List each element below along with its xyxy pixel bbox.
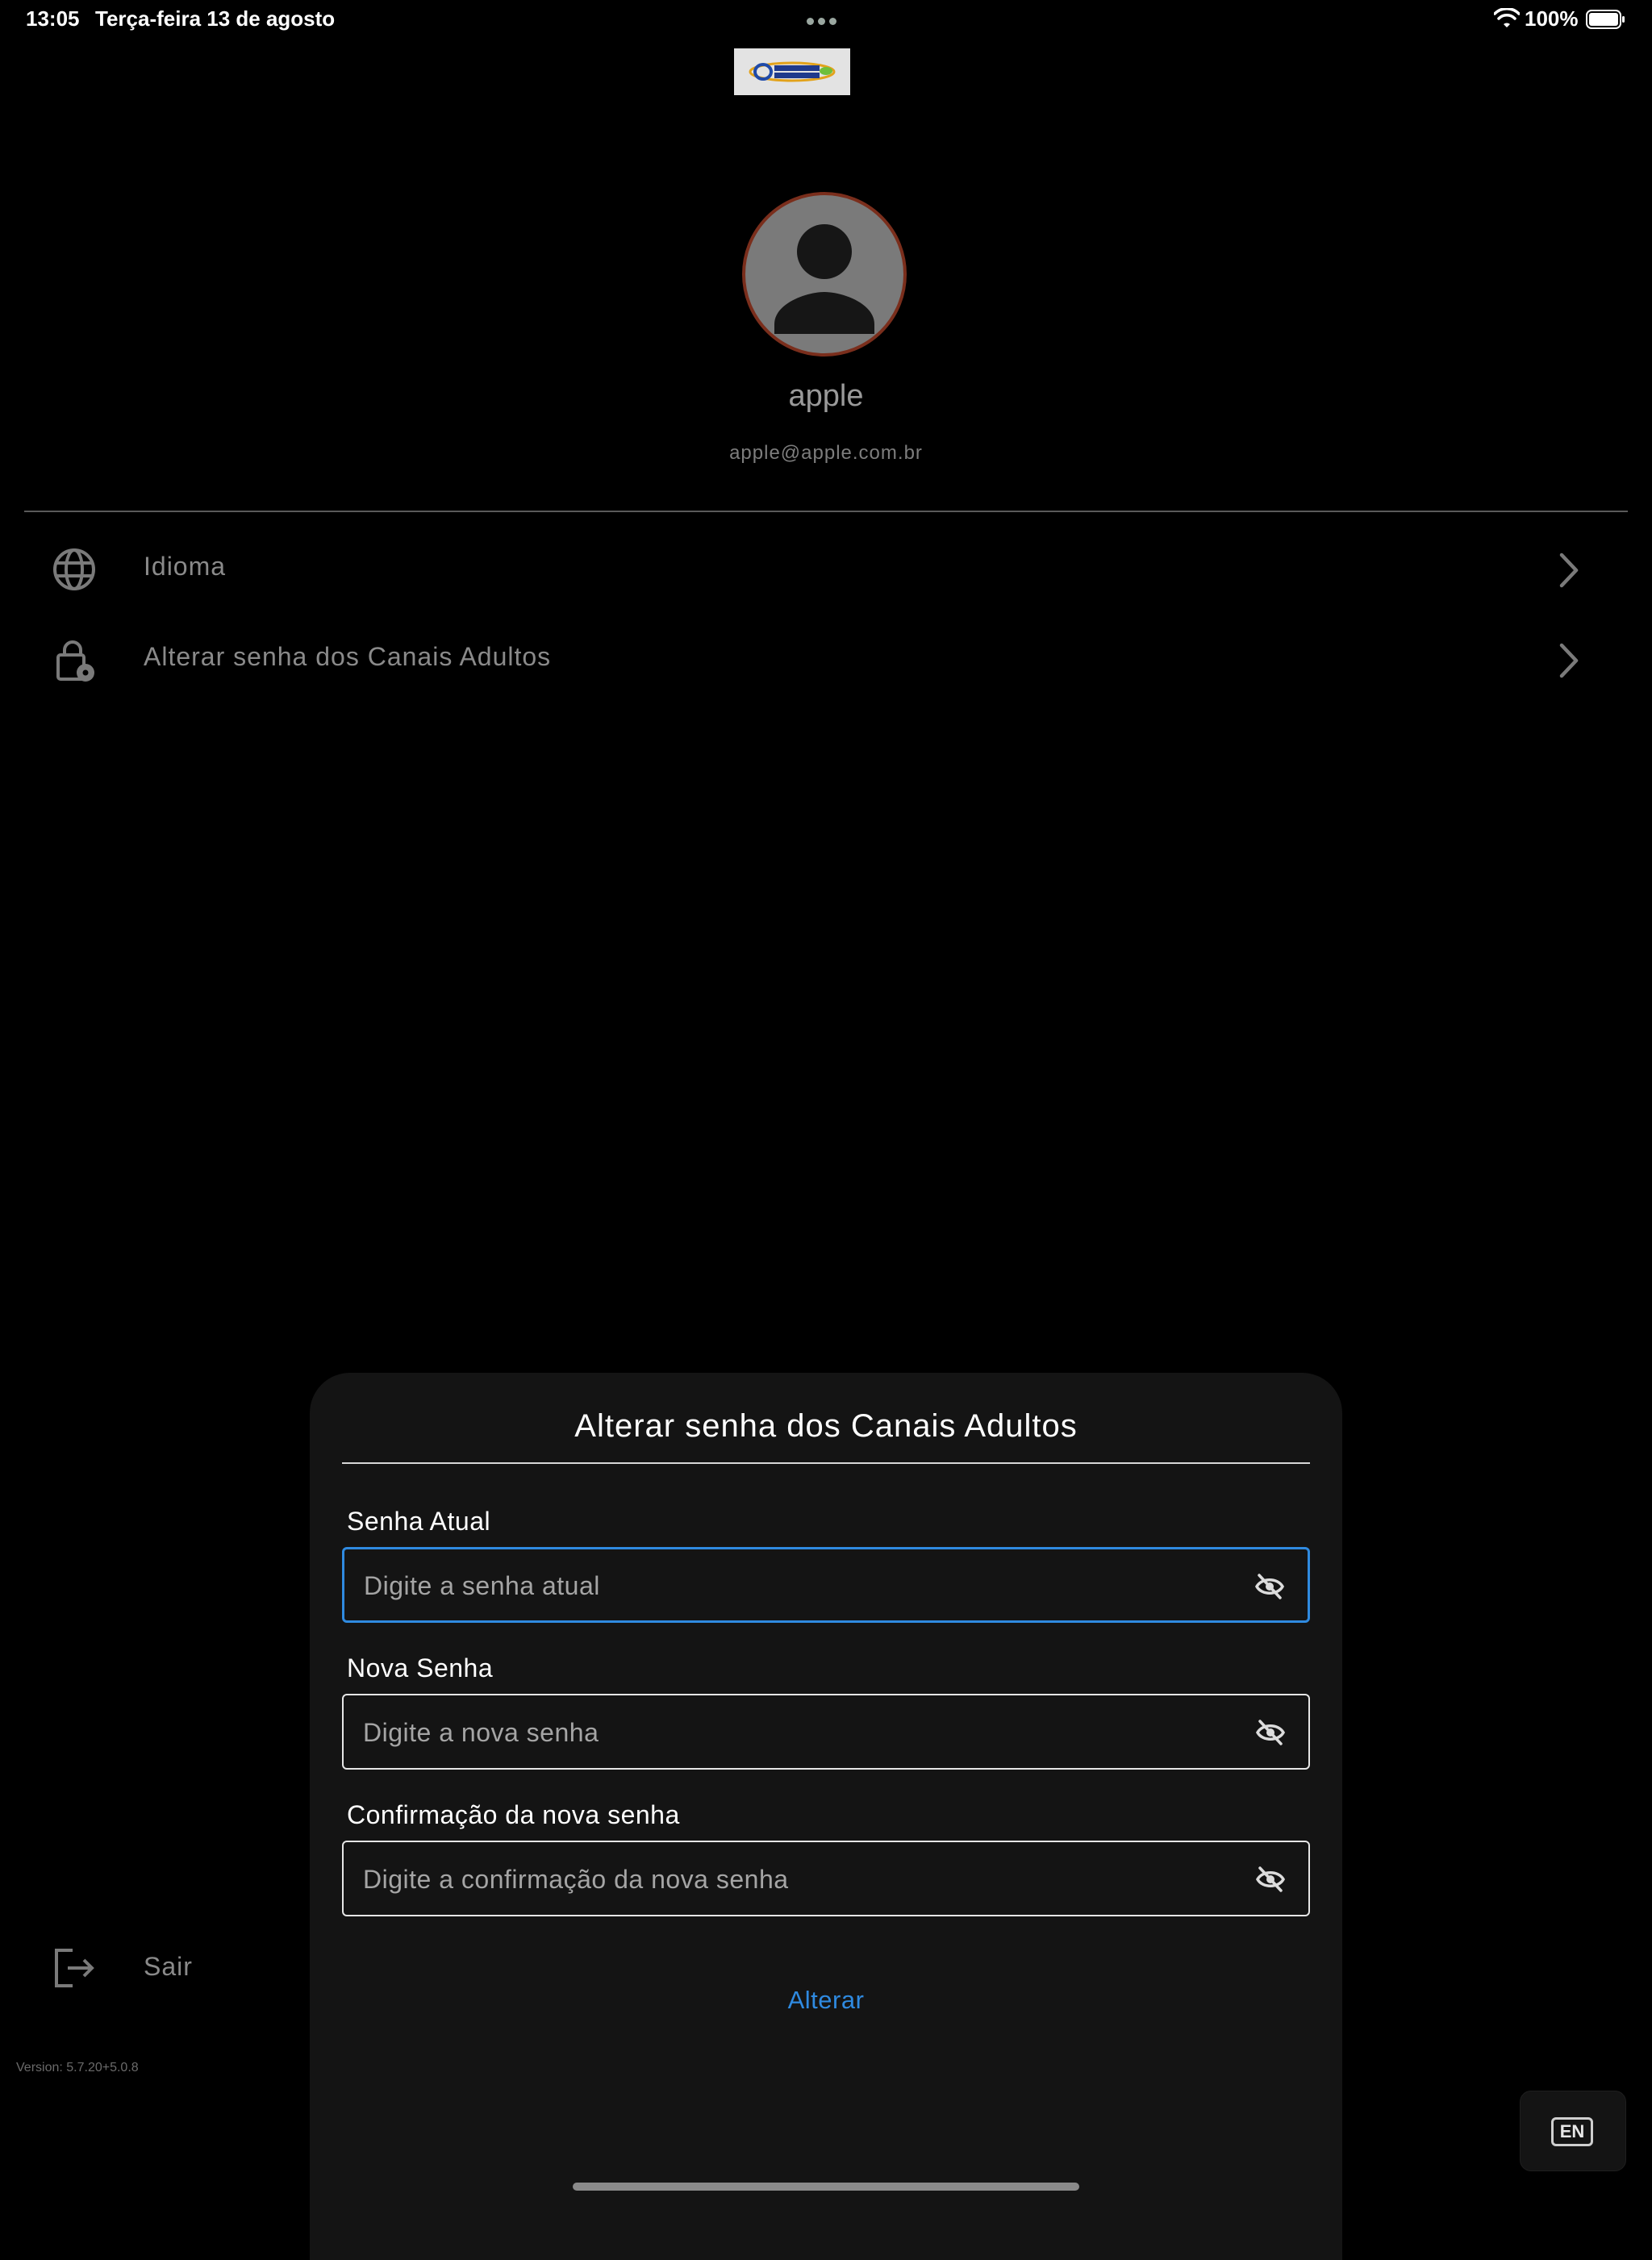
eye-off-icon[interactable]: [1254, 1572, 1285, 1601]
confirm-password-field[interactable]: [342, 1841, 1310, 1916]
change-password-submit-button[interactable]: Alterar: [745, 1976, 907, 2024]
user-email: apple@apple.com.br: [729, 442, 923, 464]
language-toggle-button[interactable]: EN: [1520, 2091, 1626, 2171]
new-password-label: Nova Senha: [347, 1653, 494, 1682]
current-password-input[interactable]: [362, 1549, 1220, 1622]
menu-item-label: Idioma: [144, 552, 227, 581]
menu-item-change-adult-password[interactable]: Alterar senha dos Canais Adultos: [0, 619, 1652, 700]
confirm-password-input[interactable]: [361, 1842, 1220, 1916]
avatar: [742, 192, 907, 357]
battery-icon: [1586, 10, 1625, 29]
sheet-title: Alterar senha dos Canais Adultos: [574, 1408, 1078, 1444]
profile-divider: [24, 511, 1628, 512]
battery-percentage: 100%: [1525, 6, 1579, 31]
logout-button[interactable]: Sair: [144, 1952, 193, 1982]
change-password-sheet: Alterar senha dos Canais Adultos Senha A…: [310, 1373, 1342, 2260]
new-password-field[interactable]: [342, 1694, 1310, 1770]
user-placeholder-icon: [774, 224, 874, 334]
menu-item-label: Alterar senha dos Canais Adultos: [144, 642, 552, 671]
multitasking-dots-icon[interactable]: [807, 15, 845, 25]
menu-item-language[interactable]: Idioma: [0, 529, 1652, 610]
confirm-password-label: Confirmação da nova senha: [347, 1800, 680, 1829]
status-date: Terça-feira 13 de agosto: [95, 6, 336, 31]
home-indicator[interactable]: [573, 2183, 1079, 2191]
eye-off-icon[interactable]: [1255, 1865, 1286, 1894]
brand-logo: [734, 48, 850, 95]
sheet-divider: [342, 1462, 1310, 1464]
status-bar: 13:05 Terça-feira 13 de agosto 100%: [0, 0, 1652, 39]
eye-off-icon[interactable]: [1255, 1718, 1286, 1747]
globe-icon: [53, 548, 95, 590]
app-version: Version: 5.7.20+5.0.8: [16, 2061, 139, 2074]
status-time: 13:05: [26, 6, 80, 31]
lock-icon: [56, 640, 94, 682]
chevron-right-icon: [1559, 643, 1579, 678]
language-code: EN: [1551, 2117, 1593, 2146]
chevron-right-icon: [1559, 552, 1579, 588]
logout-icon[interactable]: [52, 1945, 97, 1991]
current-password-label: Senha Atual: [347, 1507, 491, 1536]
current-password-field[interactable]: [342, 1547, 1310, 1623]
user-name: apple: [788, 379, 864, 413]
wifi-icon: [1494, 8, 1520, 27]
new-password-input[interactable]: [361, 1695, 1220, 1770]
